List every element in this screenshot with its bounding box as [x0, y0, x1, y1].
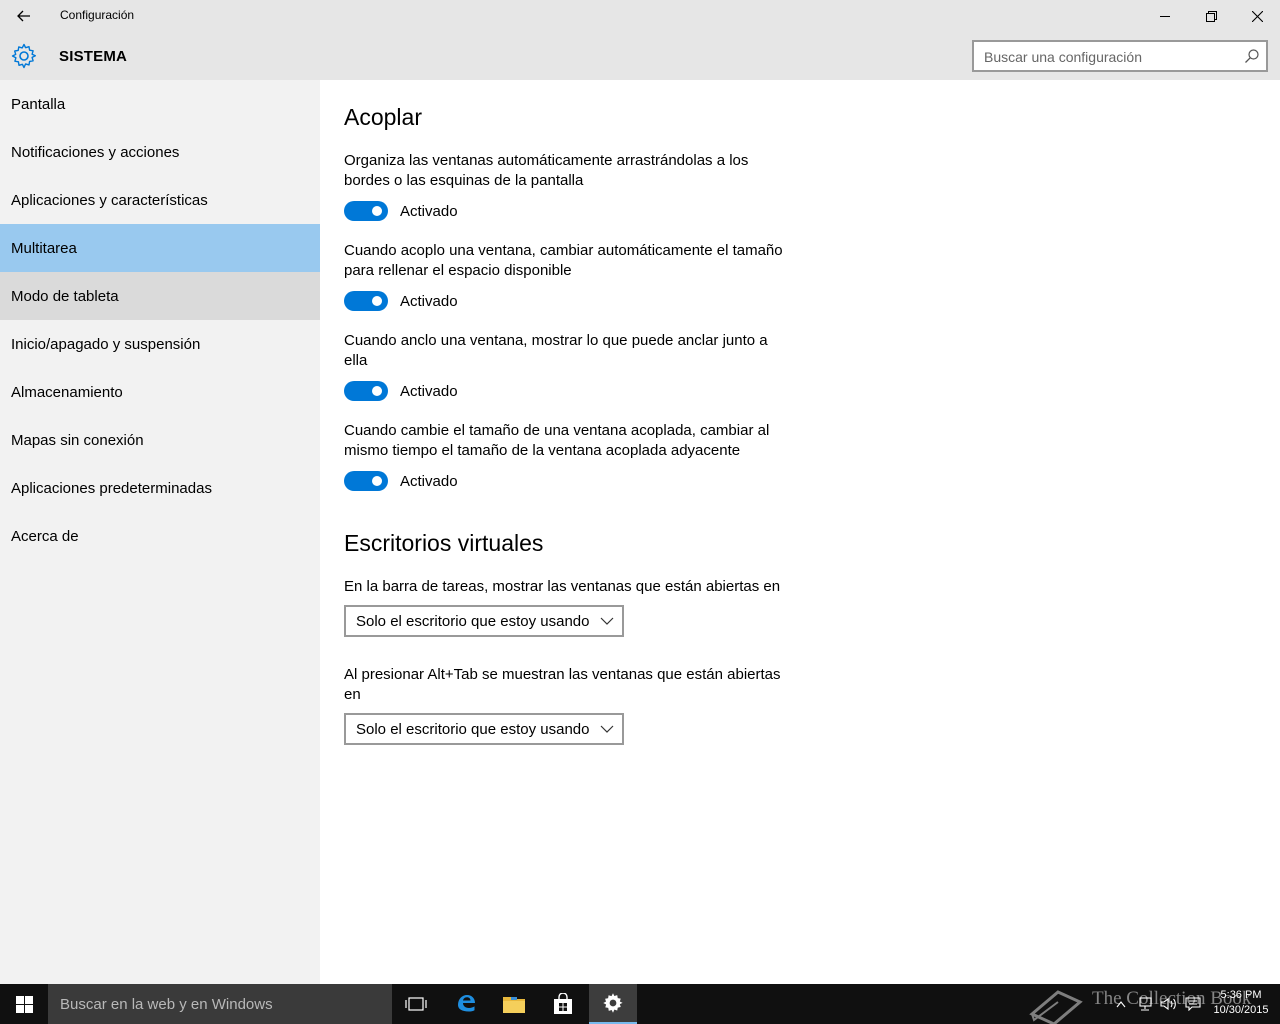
main-content: Acoplar Organiza las ventanas automática…: [320, 80, 1280, 984]
minimize-icon: [1160, 16, 1170, 17]
gear-icon: [11, 43, 36, 69]
snap-assist-toggle-switch[interactable]: [344, 381, 388, 401]
toggle-knob: [372, 206, 382, 216]
notification-icon: [1185, 997, 1201, 1011]
toggle-state-label: Activado: [400, 382, 458, 400]
edge-button[interactable]: [442, 984, 490, 1024]
sidebar-nav: Pantalla Notificaciones y acciones Aplic…: [0, 80, 320, 984]
windows-logo-icon: [15, 995, 33, 1013]
virtual-desktops-heading: Escritorios virtuales: [344, 530, 544, 556]
chevron-down-icon: [600, 617, 614, 625]
snap-toggle-row[interactable]: Activado: [344, 201, 458, 221]
section-title: SISTEMA: [59, 48, 128, 65]
sidebar-item-multitarea[interactable]: Multitarea: [0, 224, 320, 272]
clock-date: 10/30/2015: [1213, 1004, 1269, 1016]
toggle-state-label: Activado: [400, 202, 458, 220]
restore-button[interactable]: [1188, 0, 1234, 32]
store-bag-icon: [554, 993, 572, 1014]
start-button[interactable]: [0, 984, 48, 1024]
back-arrow-icon: [17, 10, 30, 22]
sidebar-item-acerca-de[interactable]: Acerca de: [0, 512, 320, 560]
speaker-icon: [1160, 997, 1176, 1011]
settings-header: SISTEMA: [0, 32, 1280, 80]
alttab-dropdown[interactable]: Solo el escritorio que estoy usando: [344, 713, 624, 745]
toggle-knob: [372, 386, 382, 396]
task-view-button[interactable]: [392, 984, 440, 1024]
minimize-button[interactable]: [1142, 0, 1188, 32]
toggle-state-label: Activado: [400, 292, 458, 310]
snap-heading: Acoplar: [344, 104, 422, 130]
snap-toggle-switch[interactable]: [344, 201, 388, 221]
snap-adjacent-resize-description: Cuando cambie el tamaño de una ventana a…: [344, 422, 770, 459]
sidebar-item-modo-tableta[interactable]: Modo de tableta: [0, 272, 320, 320]
taskbar-windows-dropdown[interactable]: Solo el escritorio que estoy usando: [344, 605, 624, 637]
snap-setting-description: Organiza las ventanas automáticamente ar…: [344, 152, 749, 189]
dropdown-selected-value: Solo el escritorio que estoy usando: [356, 720, 590, 738]
file-explorer-button[interactable]: [490, 984, 538, 1024]
folder-icon: [503, 997, 525, 1013]
search-icon[interactable]: [1244, 48, 1260, 64]
show-hidden-icons-button[interactable]: [1112, 984, 1130, 1024]
volume-tray-button[interactable]: [1158, 984, 1180, 1024]
taskbar: Buscar en la web y en Windows The Collec…: [0, 984, 1280, 1024]
settings-search-input[interactable]: [984, 47, 1234, 67]
snap-resize-toggle-switch[interactable]: [344, 291, 388, 311]
close-icon: [1251, 10, 1263, 22]
taskbar-windows-description: En la barra de tareas, mostrar las venta…: [344, 578, 781, 595]
sidebar-item-pantalla[interactable]: Pantalla: [0, 80, 320, 128]
snap-adjacent-toggle-row[interactable]: Activado: [344, 471, 458, 491]
toggle-knob: [372, 476, 382, 486]
chevron-down-icon: [600, 725, 614, 733]
sidebar-item-aplicaciones[interactable]: Aplicaciones y características: [0, 176, 320, 224]
clock-time: 5:36 PM: [1220, 989, 1262, 1001]
taskbar-clock[interactable]: 5:36 PM 10/30/2015: [1206, 988, 1276, 1018]
sidebar-item-almacenamiento[interactable]: Almacenamiento: [0, 368, 320, 416]
toggle-knob: [372, 296, 382, 306]
book-watermark-icon: [1029, 990, 1083, 1024]
sidebar-item-notificaciones[interactable]: Notificaciones y acciones: [0, 128, 320, 176]
close-button[interactable]: [1234, 0, 1280, 32]
restore-icon: [1205, 10, 1217, 22]
title-bar: Configuración: [0, 0, 1280, 32]
snap-assist-description: Cuando anclo una ventana, mostrar lo que…: [344, 332, 768, 369]
sidebar-item-inicio-apagado[interactable]: Inicio/apagado y suspensión: [0, 320, 320, 368]
network-icon: [1139, 997, 1152, 1011]
toggle-state-label: Activado: [400, 472, 458, 490]
back-button[interactable]: [0, 0, 48, 32]
network-tray-button[interactable]: [1134, 984, 1156, 1024]
sidebar-item-mapas[interactable]: Mapas sin conexión: [0, 416, 320, 464]
action-center-button[interactable]: [1182, 984, 1204, 1024]
window-title: Configuración: [60, 8, 135, 22]
settings-search-box[interactable]: [972, 40, 1268, 72]
gear-icon: [603, 993, 623, 1013]
snap-resize-toggle-row[interactable]: Activado: [344, 291, 458, 311]
snap-resize-description: Cuando acoplo una ventana, cambiar autom…: [344, 242, 783, 279]
chevron-up-icon: [1116, 1001, 1126, 1008]
task-view-icon: [405, 997, 427, 1011]
snap-assist-toggle-row[interactable]: Activado: [344, 381, 458, 401]
settings-taskbar-button[interactable]: [589, 984, 637, 1024]
snap-adjacent-toggle-switch[interactable]: [344, 471, 388, 491]
taskbar-search-box[interactable]: Buscar en la web y en Windows: [48, 984, 392, 1024]
dropdown-selected-value: Solo el escritorio que estoy usando: [356, 612, 590, 630]
store-button[interactable]: [539, 984, 587, 1024]
edge-icon: [458, 995, 475, 1012]
alttab-description: Al presionar Alt+Tab se muestran las ven…: [344, 666, 781, 703]
sidebar-item-aplicaciones-predeterminadas[interactable]: Aplicaciones predeterminadas: [0, 464, 320, 512]
